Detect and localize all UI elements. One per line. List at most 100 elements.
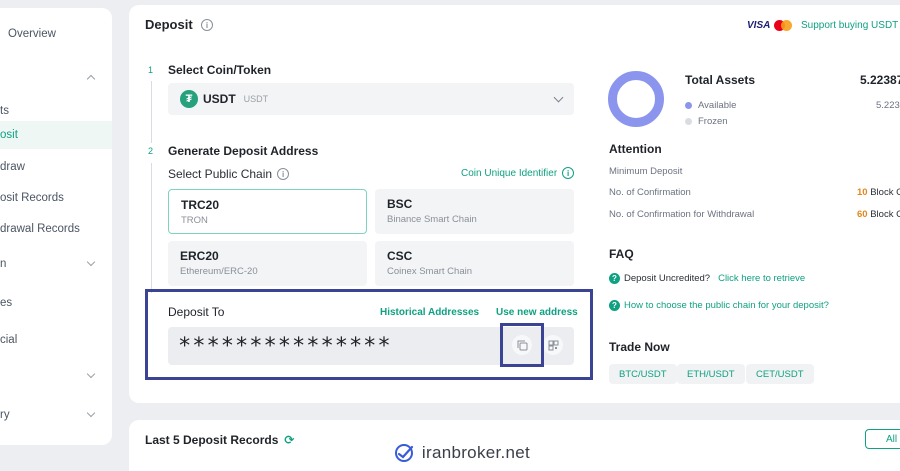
chain-option-bsc[interactable]: BSC Binance Smart Chain xyxy=(375,189,574,234)
watermark: iranbroker.net xyxy=(380,434,544,471)
trade-now-title: Trade Now xyxy=(609,340,670,354)
step-number: 2 xyxy=(148,146,154,156)
sidebar-item-overview[interactable]: Overview xyxy=(0,20,112,48)
chevron-down-icon xyxy=(86,408,96,418)
visa-logo: VISA xyxy=(747,20,771,31)
step1-label: Select Coin/Token xyxy=(168,63,272,77)
confirmation-count: 10 xyxy=(857,187,868,198)
coin-id-text: Coin Unique Identifier xyxy=(461,167,558,179)
total-assets-label: Total Assets xyxy=(685,73,756,87)
question-icon: ? xyxy=(609,273,620,284)
records-title-text: Last 5 Deposit Records xyxy=(145,433,279,447)
sidebar-item-label: Overview xyxy=(8,28,56,40)
sidebar-item-withdrawal-records[interactable]: drawal Records xyxy=(0,215,112,243)
chevron-up-icon xyxy=(86,74,96,84)
available-value: 5.223 xyxy=(876,100,900,111)
faq-item-uncredited: ? Deposit Uncredited? Click here to retr… xyxy=(609,273,805,284)
trade-pair-cet-usdt[interactable]: CET/USDT xyxy=(746,364,814,384)
step-connector xyxy=(151,163,152,293)
sidebar-item-label: es xyxy=(0,297,13,309)
chain-label: Select Public Chain i xyxy=(168,167,290,181)
sidebar-group-assets[interactable] xyxy=(0,64,112,92)
chevron-down-icon xyxy=(86,257,96,267)
confirmation-unit: Block C xyxy=(870,187,900,198)
refresh-icon[interactable]: ⟳ xyxy=(284,433,294,447)
sidebar-group-collapsed[interactable] xyxy=(0,362,112,390)
legend-frozen: Frozen xyxy=(685,116,728,127)
confirmation-value: 10 Block C xyxy=(857,187,900,198)
sidebar-item-label: ry xyxy=(0,409,10,421)
faq-item-choose-chain: ? How to choose the public chain for you… xyxy=(609,300,829,311)
sidebar-item-financial[interactable]: cial xyxy=(0,326,112,354)
question-icon: ? xyxy=(609,300,620,311)
withdraw-confirmation-count: 60 xyxy=(857,209,868,220)
choose-chain-link[interactable]: How to choose the public chain for your … xyxy=(624,300,829,311)
retrieve-link[interactable]: Click here to retrieve xyxy=(718,273,805,284)
payment-logos: VISA xyxy=(747,20,793,31)
confirmation-label: No. of Confirmation xyxy=(609,187,691,198)
sidebar-item-label: cial xyxy=(0,334,18,346)
available-label: Available xyxy=(698,100,737,111)
attention-title: Attention xyxy=(609,142,662,156)
withdraw-confirmation-unit: Block C xyxy=(870,209,900,220)
faq-question-text: Deposit Uncredited? xyxy=(624,273,711,284)
frozen-label: Frozen xyxy=(698,116,728,127)
chain-subtitle: Coinex Smart Chain xyxy=(387,266,473,277)
sidebar-item-label: draw xyxy=(0,161,25,173)
chain-subtitle: Ethereum/ERC-20 xyxy=(180,266,258,277)
available-dot-icon xyxy=(685,102,692,109)
total-assets-value: 5.22387 xyxy=(860,73,900,87)
chain-subtitle: Binance Smart Chain xyxy=(387,214,477,225)
coin-subtitle: USDT xyxy=(243,94,269,104)
sidebar-item-label: n xyxy=(0,258,7,270)
step2-label: Generate Deposit Address xyxy=(168,144,319,158)
page-title: Deposit xyxy=(145,17,193,32)
chain-subtitle: TRON xyxy=(181,215,208,226)
min-deposit-label: Minimum Deposit xyxy=(609,166,683,177)
copy-highlight xyxy=(500,323,544,367)
sidebar-item-label: drawal Records xyxy=(0,223,80,235)
sidebar-item-margin[interactable]: n xyxy=(0,250,112,278)
all-records-button[interactable]: All xyxy=(865,429,900,449)
tether-icon: ₮ xyxy=(180,90,198,108)
info-icon[interactable]: i xyxy=(277,168,290,180)
withdraw-confirmation-label: No. of Confirmation for Withdrawal xyxy=(609,209,755,220)
trade-pair-eth-usdt[interactable]: ETH/USDT xyxy=(677,364,745,384)
withdraw-confirmation-value: 60 Block C xyxy=(857,209,900,220)
trade-pair-btc-usdt[interactable]: BTC/USDT xyxy=(609,364,677,384)
chain-name: CSC xyxy=(387,249,413,263)
chain-name: ERC20 xyxy=(180,249,219,263)
chain-name: BSC xyxy=(387,197,413,211)
sidebar: Overview ts osit draw osit Records drawa… xyxy=(0,8,112,445)
mastercard-icon xyxy=(774,20,793,31)
faq-title: FAQ xyxy=(609,247,634,261)
sidebar-item-deposit-records[interactable]: osit Records xyxy=(0,184,112,212)
chain-name: TRC20 xyxy=(181,198,220,212)
sidebar-item-futures[interactable]: es xyxy=(0,289,112,317)
assets-donut-chart xyxy=(608,71,664,127)
step-connector xyxy=(151,81,152,143)
deposit-card: Deposit i VISA Support buying USDT 1 Sel… xyxy=(129,5,900,403)
sidebar-item-label: ts xyxy=(0,105,9,117)
legend-available: Available xyxy=(685,100,736,111)
sidebar-item-deposit[interactable]: osit xyxy=(0,121,112,149)
coin-select[interactable]: ₮ USDT USDT xyxy=(168,83,574,115)
support-buying-link[interactable]: Support buying USDT xyxy=(801,20,898,31)
sidebar-item-history[interactable]: ry xyxy=(0,401,112,429)
sidebar-item-label: osit Records xyxy=(0,192,64,204)
sidebar-item-label: osit xyxy=(0,129,18,141)
chevron-down-icon xyxy=(553,92,564,102)
records-title: Last 5 Deposit Records ⟳ xyxy=(145,433,294,447)
step-number: 1 xyxy=(148,65,154,75)
frozen-dot-icon xyxy=(685,118,692,125)
info-icon[interactable]: i xyxy=(201,19,213,31)
sidebar-item-withdraw[interactable]: draw xyxy=(0,153,112,181)
coin-unique-identifier-link[interactable]: Coin Unique Identifier i xyxy=(461,167,575,179)
info-icon: i xyxy=(562,167,575,179)
coin-symbol: USDT xyxy=(203,92,236,106)
chain-option-trc20[interactable]: TRC20 TRON xyxy=(168,189,367,234)
watermark-text: iranbroker.net xyxy=(421,442,531,462)
chain-option-erc20[interactable]: ERC20 Ethereum/ERC-20 xyxy=(168,241,367,286)
chain-label-text: Select Public Chain xyxy=(168,167,273,181)
chain-option-csc[interactable]: CSC Coinex Smart Chain xyxy=(375,241,574,286)
